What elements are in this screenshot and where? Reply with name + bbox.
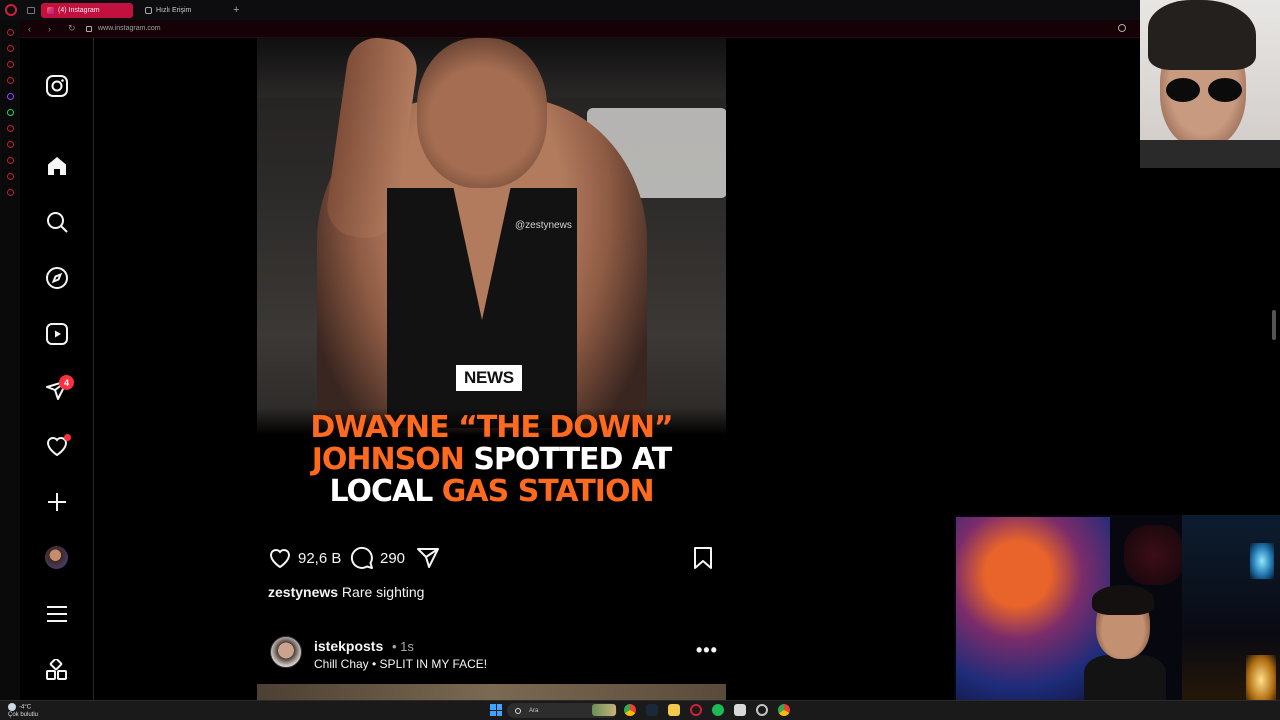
sidebar-app-icon[interactable] (6, 173, 14, 180)
tab-instagram[interactable]: (4) Instagram (41, 2, 133, 18)
webcam-overlay-top (1140, 0, 1280, 168)
next-post-avatar[interactable] (270, 636, 302, 668)
tab-label: (4) Instagram (58, 6, 100, 14)
headline-line2-white: SPOTTED AT (463, 442, 672, 477)
post-watermark: @zestynews (515, 220, 572, 231)
search-icon[interactable] (44, 209, 70, 235)
app-icon[interactable] (756, 704, 768, 716)
weather-temp: -4°C (19, 704, 32, 711)
bookmark-icon[interactable] (692, 546, 714, 570)
windows-taskbar: -4°C Çok bulutlu Ara (0, 700, 1280, 720)
reload-icon[interactable]: ↻ (68, 23, 80, 34)
back-icon[interactable]: ‹ (28, 24, 40, 34)
reels-icon[interactable] (44, 321, 70, 347)
file-explorer-icon[interactable] (668, 704, 680, 716)
room-decor (1124, 525, 1184, 585)
next-post-image[interactable] (257, 684, 726, 700)
chrome-icon[interactable] (778, 704, 790, 716)
room-lamp (1246, 655, 1276, 705)
post-image-head (417, 38, 547, 188)
weather-widget[interactable]: -4°C Çok bulutlu (8, 703, 38, 719)
post-actions: 92,6 B 290 (268, 544, 716, 572)
chrome-icon[interactable] (624, 704, 636, 716)
news-badge: NEWS (456, 365, 522, 391)
grid-favicon-icon (145, 6, 152, 14)
webcam-overlay-bottom (954, 515, 1280, 715)
menu-icon[interactable] (44, 601, 70, 627)
new-tab-button[interactable]: + (233, 4, 239, 16)
scrollbar[interactable] (1272, 310, 1276, 340)
like-icon[interactable] (268, 546, 292, 570)
cloud-icon (8, 703, 16, 711)
sidebar-app-icon[interactable] (6, 29, 14, 36)
sidebar-app-icon[interactable] (6, 61, 14, 68)
sunglasses (1166, 78, 1244, 102)
taskbar-search-placeholder: Ara (529, 707, 539, 714)
search-icon (515, 707, 521, 714)
settings-icon[interactable] (6, 189, 14, 196)
headline-line3-orange: GAS STATION (441, 474, 655, 509)
zoom-icon[interactable] (1118, 24, 1126, 32)
share-icon[interactable] (416, 546, 440, 570)
next-post-header: istekposts • 1s Chill Chay • SPLIT IN MY… (270, 636, 720, 676)
opera-taskbar-icon[interactable] (690, 704, 702, 716)
headline-line1: DWAYNE “THE DOWN” (310, 410, 673, 445)
create-icon[interactable] (44, 489, 70, 515)
comment-count: 290 (380, 549, 406, 567)
apps-icon[interactable] (44, 657, 70, 683)
more-options-icon[interactable]: ••• (696, 640, 718, 661)
sidebar-app-icon[interactable] (6, 45, 14, 52)
opera-sidebar (0, 20, 20, 700)
steam-icon[interactable] (646, 704, 658, 716)
whatsapp-icon[interactable] (6, 109, 14, 116)
activity-dot (64, 434, 71, 441)
notification-badge: 4 (59, 375, 74, 390)
explore-icon[interactable] (44, 265, 70, 291)
opera-logo-icon[interactable] (5, 4, 17, 16)
instagram-sidebar: 4 (20, 38, 94, 700)
spotify-icon[interactable] (712, 704, 724, 716)
caption-username[interactable]: zestynews (268, 584, 338, 600)
headline-line2-orange: JOHNSON (311, 442, 465, 477)
url-field[interactable]: www.instagram.com (98, 25, 161, 32)
webcam-shirt (1140, 140, 1280, 168)
comment-icon[interactable] (350, 546, 374, 570)
instagram-favicon-icon (47, 6, 54, 14)
windows-start-icon[interactable] (490, 704, 502, 716)
room-light (1250, 543, 1274, 579)
instagram-logo-icon[interactable] (44, 73, 70, 99)
lock-icon[interactable] (86, 25, 92, 32)
headline-line3-white: LOCAL (329, 474, 442, 509)
next-post-username[interactable]: istekposts (314, 638, 383, 654)
weather-desc: Çok bulutlu (8, 711, 39, 718)
address-bar: ‹ › ↻ www.instagram.com (20, 20, 1140, 38)
caption-text: Rare sighting (338, 584, 425, 600)
post-headline: DWAYNE “THE DOWN” JOHNSON SPOTTED AT LOC… (257, 412, 726, 508)
streamer (1084, 585, 1166, 715)
tab-overview-icon[interactable] (27, 6, 35, 14)
twitch-icon[interactable] (6, 93, 14, 100)
post-image[interactable]: @zestynews NEWS DWAYNE “THE DOWN” JOHNSO… (257, 38, 726, 532)
webcam-hair (1148, 0, 1256, 70)
profile-avatar[interactable] (45, 546, 68, 569)
home-icon[interactable] (44, 153, 70, 179)
browser-tabbar: (4) Instagram Hızlı Erişim + (0, 0, 1280, 20)
like-count: 92,6 B (298, 549, 342, 567)
like-action[interactable]: 92,6 B (268, 546, 341, 570)
sidebar-app-icon[interactable] (6, 141, 14, 148)
tab-quick-access[interactable]: Hızlı Erişim (139, 3, 229, 18)
share-action[interactable] (416, 546, 440, 570)
sidebar-app-icon[interactable] (6, 77, 14, 84)
next-post-time: • 1s (392, 639, 414, 654)
instagram-side-icon[interactable] (6, 125, 14, 132)
comment-action[interactable]: 290 (350, 546, 405, 570)
save-action[interactable] (692, 546, 714, 570)
widget-image-icon[interactable] (592, 704, 616, 716)
history-icon[interactable] (6, 157, 14, 164)
app-icon[interactable] (734, 704, 746, 716)
forward-icon[interactable]: › (48, 24, 60, 34)
tab-label: Hızlı Erişim (156, 6, 192, 14)
post-caption: zestynews Rare sighting (268, 584, 424, 600)
next-post-audio[interactable]: Chill Chay • SPLIT IN MY FACE! (314, 657, 487, 671)
